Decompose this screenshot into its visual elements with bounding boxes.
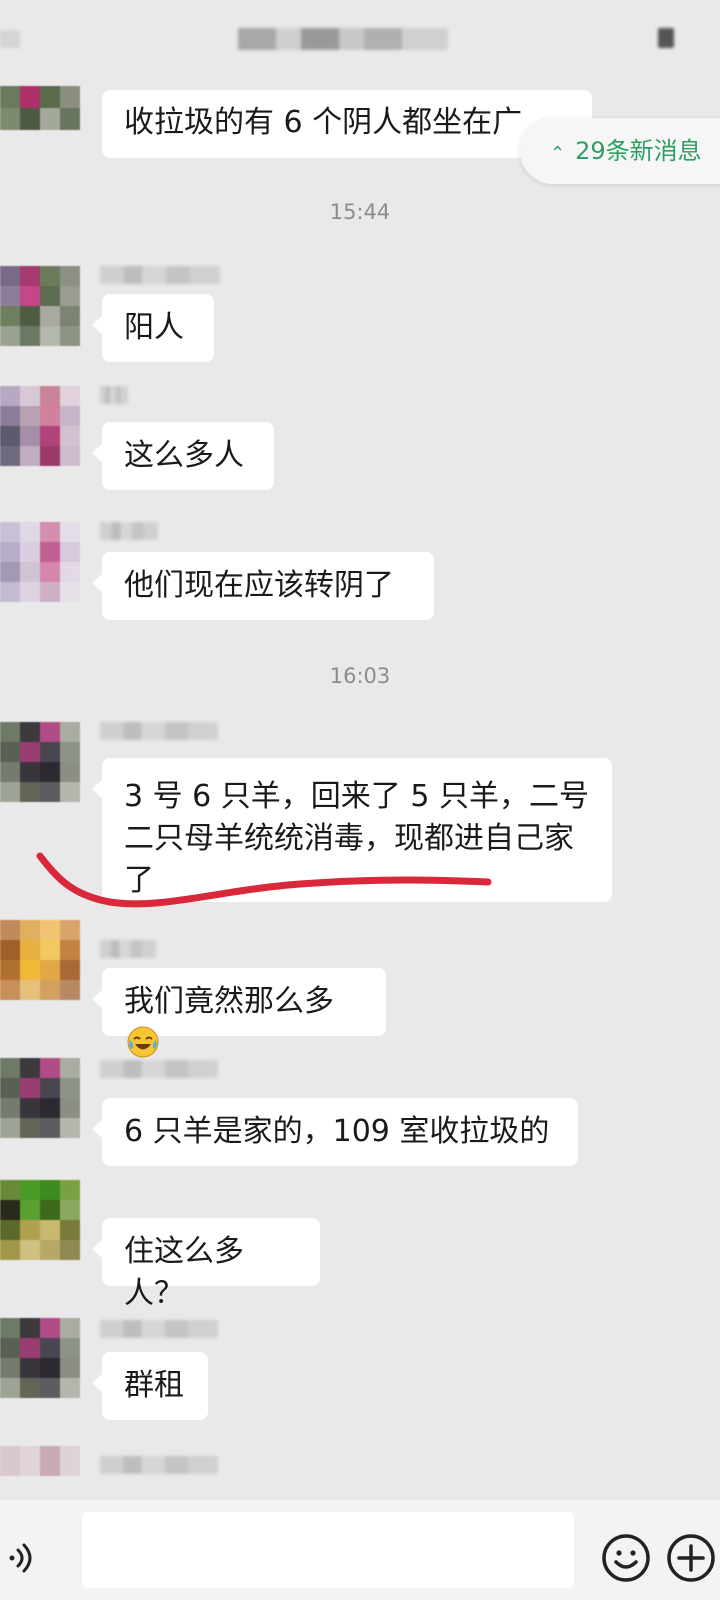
new-messages-label: 29条新消息	[575, 137, 702, 165]
nickname	[100, 386, 128, 404]
voice-icon[interactable]	[4, 1538, 44, 1578]
message-bubble[interactable]: 这么多人	[92, 422, 274, 490]
message-text: 我们竟然那么多	[124, 984, 334, 1019]
message-text: 收拉圾的有 6 个阴人都坐在广	[124, 105, 523, 140]
avatar[interactable]	[0, 1446, 80, 1476]
avatar[interactable]	[0, 920, 80, 1000]
message-text: 3 号 6 只羊，回来了 5 只羊，二号二只母羊统统消毒，现都进自己家了	[124, 779, 589, 898]
timestamp: 15:44	[329, 200, 391, 224]
nickname	[100, 940, 156, 958]
nickname	[100, 522, 158, 540]
nickname	[100, 1060, 218, 1078]
avatar[interactable]	[0, 86, 80, 130]
more-icon[interactable]	[658, 28, 674, 48]
new-messages-button[interactable]: ⌃ 29条新消息	[520, 118, 720, 184]
message-text: 群租	[124, 1368, 184, 1403]
emoji-icon[interactable]	[600, 1532, 652, 1584]
message-bubble[interactable]: 阳人	[92, 294, 214, 362]
message-text: 阳人	[124, 310, 184, 345]
chat-screen: 收拉圾的有 6 个阴人都坐在广 ⌃ 29条新消息 15:44 阳人 这么多人 他…	[0, 0, 720, 1600]
message-input[interactable]	[82, 1512, 574, 1588]
message-bubble[interactable]: 他们现在应该转阴了	[92, 552, 434, 620]
avatar[interactable]	[0, 1318, 80, 1398]
nickname	[100, 722, 218, 740]
message-bubble[interactable]: 3 号 6 只羊，回来了 5 只羊，二号二只母羊统统消毒，现都进自己家了	[92, 758, 612, 902]
blurred-chat-title	[238, 28, 448, 50]
avatar[interactable]	[0, 1180, 80, 1260]
timestamp: 16:03	[329, 664, 391, 688]
avatar[interactable]	[0, 722, 80, 802]
message-bubble[interactable]: 群租	[92, 1352, 208, 1420]
plus-icon[interactable]	[665, 1532, 717, 1584]
avatar[interactable]	[0, 522, 80, 602]
message-bubble[interactable]: 6 只羊是家的，109 室收拉圾的	[92, 1098, 578, 1166]
nickname	[100, 266, 220, 284]
message-bubble[interactable]: 我们竟然那么多	[92, 968, 386, 1058]
message-text: 住这么多人？	[124, 1234, 244, 1311]
avatar[interactable]	[0, 1058, 80, 1138]
title-bar	[0, 0, 720, 72]
message-bubble[interactable]: 收拉圾的有 6 个阴人都坐在广	[102, 90, 592, 158]
avatar[interactable]	[0, 386, 80, 466]
nickname	[100, 1320, 218, 1338]
message-text: 这么多人	[124, 438, 244, 473]
message-bubble[interactable]: 住这么多人？	[92, 1218, 320, 1311]
chevron-up-double-icon: ⌃	[550, 143, 566, 164]
message-text: 6 只羊是家的，109 室收拉圾的	[124, 1114, 550, 1149]
blurred-back[interactable]	[0, 30, 20, 48]
nickname	[100, 1456, 218, 1474]
tears-of-joy-emoji-icon	[127, 1026, 159, 1058]
message-text: 他们现在应该转阴了	[124, 568, 394, 603]
avatar[interactable]	[0, 266, 80, 346]
input-bar	[0, 1500, 720, 1600]
